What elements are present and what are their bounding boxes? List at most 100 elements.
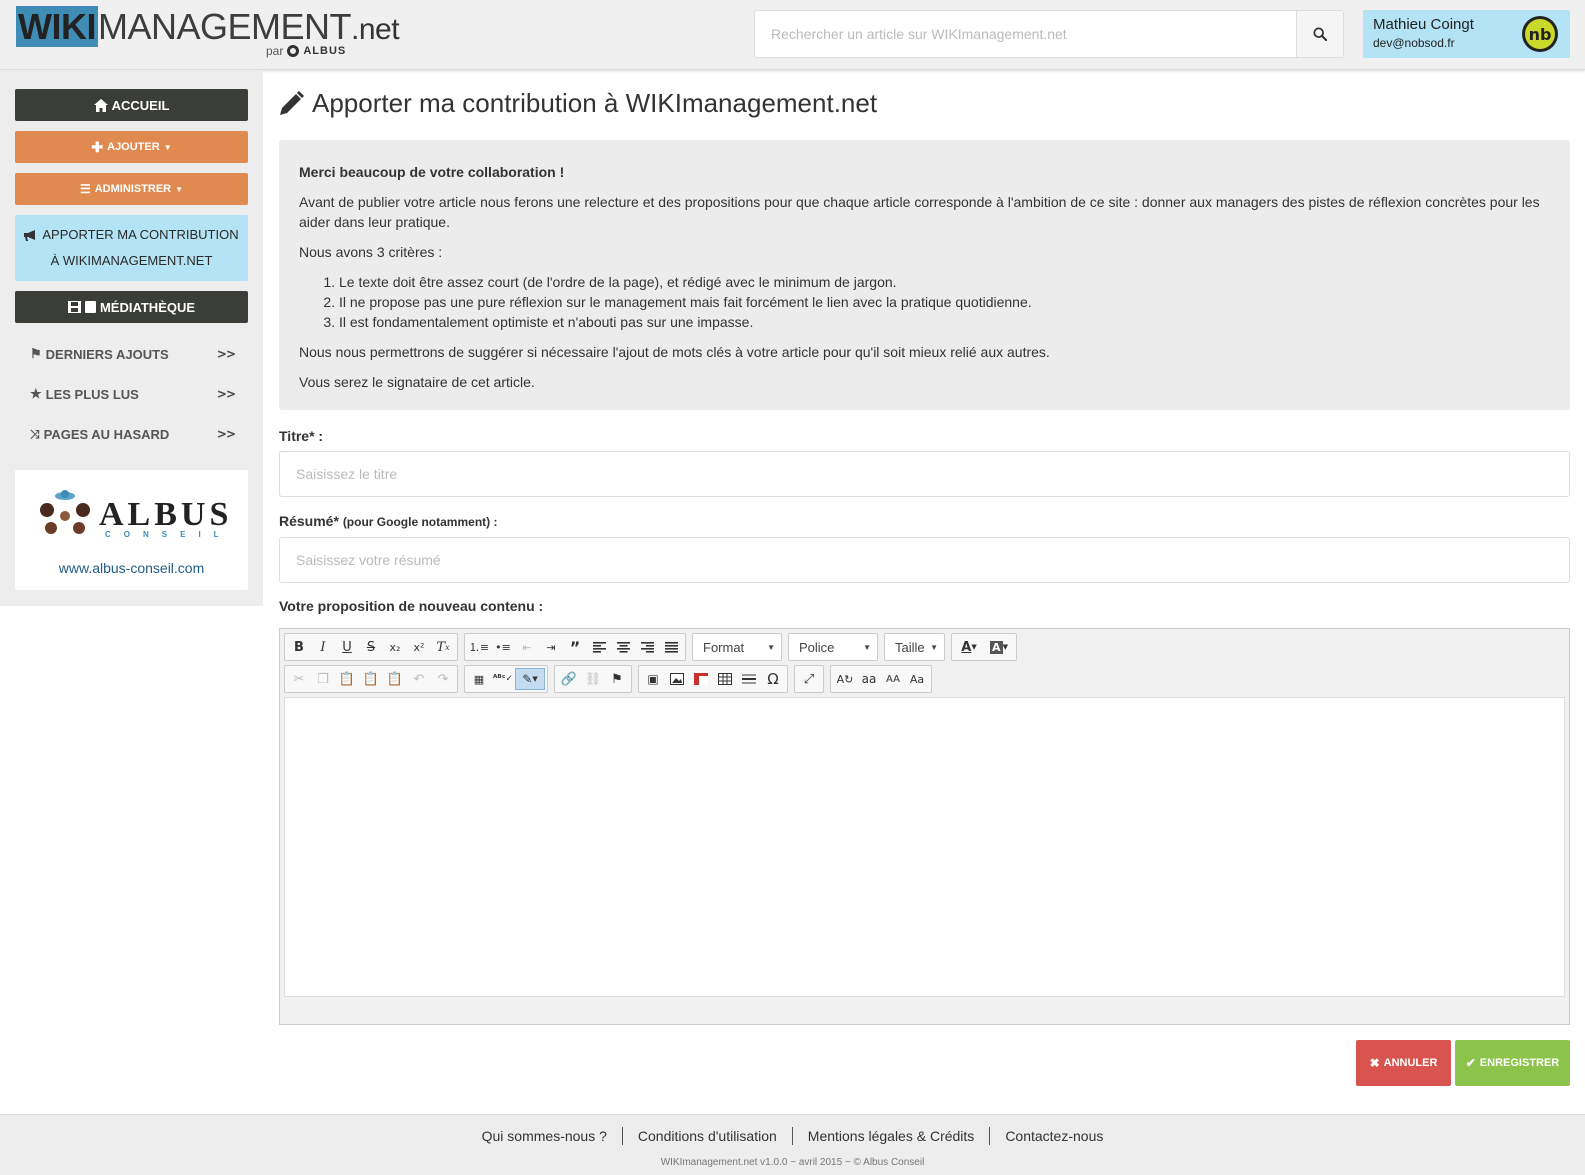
content-label: Votre proposition de nouveau contenu : — [279, 598, 544, 614]
maximize-icon[interactable]: ⤢ — [797, 668, 821, 690]
scayt-icon[interactable]: ✎ ▼ — [515, 668, 545, 690]
footer-link-terms[interactable]: Conditions d'utilisation — [623, 1127, 793, 1145]
bulleted-list-icon[interactable]: •≡ — [491, 636, 515, 658]
avatar: nb — [1522, 16, 1558, 52]
sidebar-contribute-line1: APPORTER MA CONTRIBUTION — [42, 227, 239, 242]
sidebar-add-button[interactable]: ✚ AJOUTER ▼ — [15, 131, 248, 163]
caret-down-icon: ▼ — [175, 184, 184, 194]
lowercase-icon[interactable]: aa — [857, 668, 881, 690]
search-bar — [754, 10, 1344, 58]
align-justify-icon[interactable] — [659, 636, 683, 658]
anchor-flag-icon[interactable]: ⚑ — [605, 668, 629, 690]
paste-word-icon[interactable]: 📋 — [383, 668, 407, 690]
search-input[interactable] — [755, 11, 1296, 57]
outdent-icon[interactable]: ⇤ — [515, 636, 539, 658]
sidebar-item-most-read[interactable]: ★ LES PLUS LUS >> — [30, 384, 236, 404]
cancel-button[interactable]: ✖ ANNULER — [1356, 1040, 1451, 1086]
toolbar-group-editing: ▦ ᴬᴮᶜ✓ ✎ ▼ — [464, 665, 548, 693]
editor-toolbar-row-2: ✂ ❐ 📋 📋 📋 ↶ ↷ ▦ ᴬᴮᶜ✓ ✎ ▼ 🔗 ⛓ ⚑ ▣ Ω ⤢ A↻ … — [284, 665, 932, 693]
toolbar-group-clipboard: ✂ ❐ 📋 📋 📋 ↶ ↷ — [284, 665, 458, 693]
site-logo[interactable]: WIKIMANAGEMENT.net par ALBUS — [16, 6, 416, 62]
align-left-icon[interactable] — [587, 636, 611, 658]
summary-label-note: (pour Google notamment) : — [342, 515, 498, 529]
transform-case-icon[interactable]: A↻ — [833, 668, 857, 690]
link-icon[interactable]: 🔗 — [557, 668, 581, 690]
text-color-icon[interactable]: A ▼ — [954, 636, 984, 658]
background-color-icon[interactable]: A ▼ — [984, 636, 1014, 658]
format-dropdown[interactable]: Format ▼ — [692, 633, 782, 661]
search-icon — [1313, 27, 1327, 41]
cut-icon[interactable]: ✂ — [287, 668, 311, 690]
footer-link-contact[interactable]: Contactez-nous — [990, 1127, 1118, 1145]
albus-mark-icon — [287, 45, 300, 57]
sidebar-media-button[interactable]: MÉDIATHÈQUE — [15, 291, 248, 323]
bold-icon[interactable]: B — [287, 636, 311, 658]
albus-logo[interactable]: ALBUS CONSEIL — [35, 486, 235, 542]
sidebar-add-label: AJOUTER — [107, 141, 160, 153]
undo-icon[interactable]: ↶ — [407, 668, 431, 690]
caret-down-icon: ▼ — [930, 642, 938, 652]
sidebar-home-button[interactable]: ACCUEIL — [15, 89, 248, 121]
superscript-icon[interactable]: x² — [407, 636, 431, 658]
summary-input[interactable] — [279, 537, 1570, 583]
caret-down-icon: ▼ — [767, 642, 775, 652]
copy-icon[interactable]: ❐ — [311, 668, 335, 690]
search-button[interactable] — [1296, 11, 1343, 57]
partner-link[interactable]: www.albus-conseil.com — [15, 560, 248, 576]
footer-copyright: WIKImanagement.net v1.0.0 ~ avril 2015 ~… — [660, 1157, 925, 1168]
spellcheck-icon[interactable]: ᴬᴮᶜ✓ — [491, 668, 515, 690]
title-label: Titre* : — [279, 428, 324, 444]
toolbar-group-basic: B I U S x₂ x² Tx — [284, 633, 458, 661]
font-dropdown[interactable]: Police ▼ — [788, 633, 878, 661]
size-dropdown[interactable]: Taille ▼ — [884, 633, 945, 661]
title-input[interactable] — [279, 451, 1570, 497]
italic-icon[interactable]: I — [311, 636, 335, 658]
paste-text-icon[interactable]: 📋 — [359, 668, 383, 690]
numbered-list-icon[interactable]: ⒈≡ — [467, 636, 491, 658]
table-icon[interactable] — [713, 668, 737, 690]
save-button[interactable]: ✔ ENREGISTRER — [1455, 1040, 1570, 1086]
info-intro: Merci beaucoup de votre collaboration ! — [299, 164, 565, 180]
editor-content-area[interactable] — [284, 697, 1565, 997]
toolbar-group-links: 🔗 ⛓ ⚑ — [554, 665, 632, 693]
avatar-initials: nb — [1525, 19, 1555, 49]
close-icon: ✖ — [1369, 1056, 1380, 1070]
logo-management: MANAGEMENT — [97, 6, 352, 47]
align-right-icon[interactable] — [635, 636, 659, 658]
bullhorn-icon — [24, 229, 36, 241]
sidebar-item-random[interactable]: ⤨ PAGES AU HASARD >> — [30, 424, 236, 444]
strikethrough-icon[interactable]: S — [359, 636, 383, 658]
image-icon[interactable] — [665, 668, 689, 690]
underline-icon[interactable]: U — [335, 636, 359, 658]
criteria-list: Le texte doit être assez court (de l'ord… — [339, 272, 1550, 332]
list-icon: ☰ — [79, 182, 91, 196]
footer-link-legal[interactable]: Mentions légales & Crédits — [793, 1127, 991, 1145]
remove-format-icon[interactable]: Tx — [431, 636, 455, 658]
list-item: Le texte doit être assez court (de l'ord… — [339, 272, 1550, 292]
sidebar-admin-button[interactable]: ☰ ADMINISTRER ▼ — [15, 173, 248, 205]
footer-link-about[interactable]: Qui sommes-nous ? — [467, 1127, 623, 1145]
indent-icon[interactable]: ⇥ — [539, 636, 563, 658]
subscript-icon[interactable]: x₂ — [383, 636, 407, 658]
summary-label: Résumé* (pour Google notamment) : — [279, 513, 497, 529]
unlink-icon[interactable]: ⛓ — [581, 668, 605, 690]
sidebar-item-latest[interactable]: ⚑ DERNIERS AJOUTS >> — [30, 344, 236, 364]
logo-wiki: WIKI — [16, 6, 98, 47]
toolbar-group-case: A↻ aa AA Aa — [830, 665, 932, 693]
logo-sub-brand: ALBUS — [303, 45, 347, 57]
select-all-icon[interactable]: ▦ — [467, 668, 491, 690]
sidebar-contribute-button[interactable]: APPORTER MA CONTRIBUTION À WIKIMANAGEMEN… — [15, 215, 248, 281]
flash-icon[interactable] — [689, 668, 713, 690]
special-char-icon[interactable]: Ω — [761, 668, 785, 690]
horizontal-rule-icon[interactable] — [737, 668, 761, 690]
shuffle-icon: ⤨ — [30, 426, 40, 441]
capitalize-icon[interactable]: Aa — [905, 668, 929, 690]
uppercase-icon[interactable]: AA — [881, 668, 905, 690]
redo-icon[interactable]: ↷ — [431, 668, 455, 690]
paste-icon[interactable]: 📋 — [335, 668, 359, 690]
user-menu[interactable]: Mathieu Coingt dev@nobsod.fr nb — [1363, 10, 1570, 58]
page-footer: Qui sommes-nous ? Conditions d'utilisati… — [0, 1114, 1585, 1175]
align-center-icon[interactable] — [611, 636, 635, 658]
blockquote-icon[interactable]: ” — [563, 636, 587, 658]
source-icon[interactable]: ▣ — [641, 668, 665, 690]
